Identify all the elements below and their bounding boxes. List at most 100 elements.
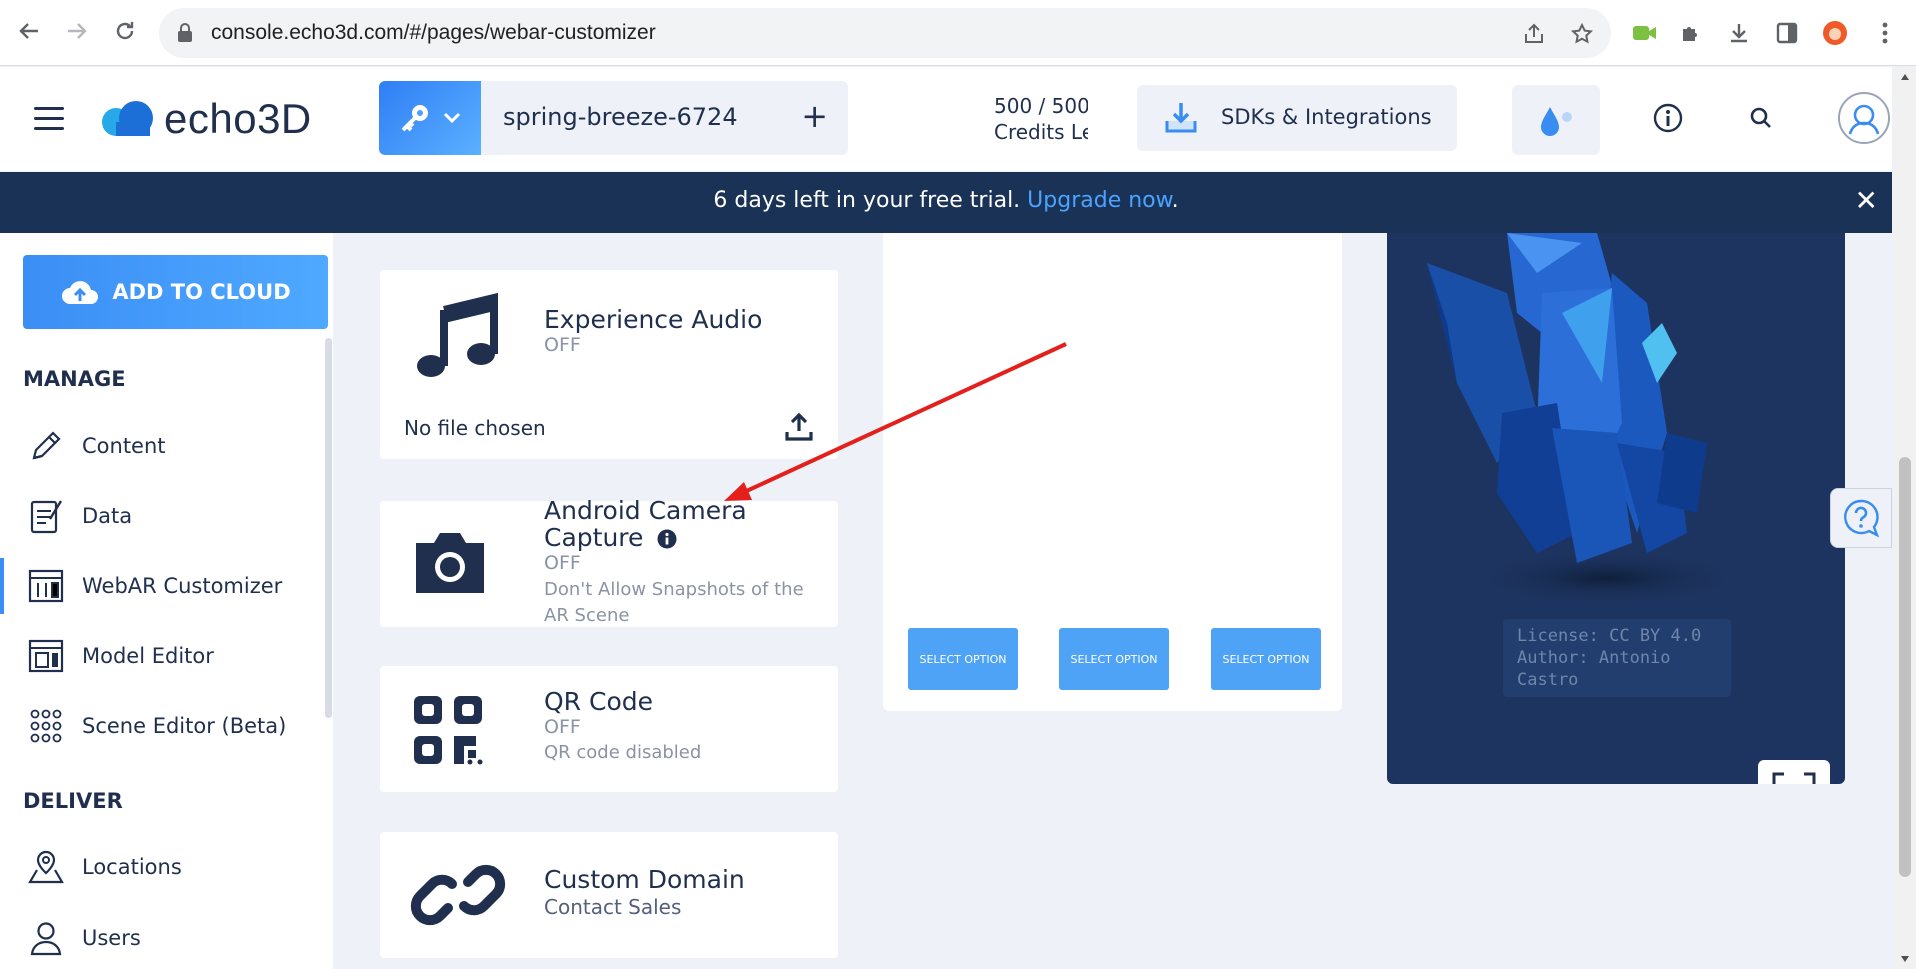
profile-avatar-icon[interactable] [1820,18,1850,48]
close-banner-icon[interactable]: ✕ [1855,184,1878,217]
select-option-button[interactable]: SELECT OPTION [908,628,1018,690]
android-camera-capture-card: Android Camera Capture OFF Don't Allow S… [380,497,838,627]
back-icon[interactable] [12,14,46,48]
question-bubble-icon [1844,499,1880,538]
license-info: License: CC BY 4.0 Author: Antonio Castr… [1503,619,1731,697]
hamburger-menu-icon[interactable] [34,107,64,131]
deliver-section-title: DELIVER [23,789,123,813]
download-icon[interactable] [1724,18,1754,48]
project-selector[interactable]: spring-breeze-6724 + [481,81,848,155]
sidebar-item-model-editor[interactable]: Model Editor [0,628,320,684]
qr-code-card: QR Code OFF QR code disabled [380,666,838,792]
fullscreen-button[interactable] [1758,760,1830,784]
key-icon [401,105,428,132]
map-pin-icon [26,847,66,887]
camera-title-line2: Capture [544,524,747,551]
audio-title: Experience Audio [544,305,763,334]
upgrade-now-link[interactable]: Upgrade now [1027,188,1171,213]
add-to-cloud-label: ADD TO CLOUD [112,280,291,304]
sdks-integrations-button[interactable]: SDKs & Integrations [1137,85,1457,151]
forward-icon[interactable] [60,14,94,48]
camera-title-line1: Android Camera [544,496,747,525]
info-circle-icon[interactable] [657,529,677,549]
camera-icon [416,533,484,593]
sidebar: ADD TO CLOUD MANAGE Content Data WebAR C… [0,233,333,969]
link-chain-icon [410,864,506,926]
reload-icon[interactable] [108,14,142,48]
help-chat-button[interactable] [1830,488,1892,548]
clipboard-icon [26,496,66,536]
add-project-button[interactable]: + [801,97,828,135]
drops-button[interactable] [1512,85,1600,155]
page-scrollbar[interactable] [1894,67,1916,969]
scroll-down-icon[interactable] [1900,955,1910,963]
sidebar-item-content[interactable]: Content [0,418,320,474]
echo3d-logo[interactable]: echo3D [100,95,312,142]
sidebar-item-label: Scene Editor (Beta) [82,714,287,738]
qr-description: QR code disabled [544,742,702,763]
side-panel-icon[interactable] [1772,18,1802,48]
crystal-model-icon [1427,233,1747,606]
sidebar-item-scene-editor[interactable]: Scene Editor (Beta) [0,698,320,754]
trial-text: 6 days left in your free trial. [713,188,1028,213]
user-avatar[interactable] [1838,92,1890,144]
sidebar-item-label: Data [82,504,133,528]
qr-code-icon [414,696,483,765]
browser-menu-icon[interactable] [1870,18,1900,48]
pencil-icon [26,426,66,466]
credits-value: 500 / 500 [994,94,1088,118]
address-bar[interactable]: console.echo3d.com/#/pages/webar-customi… [159,8,1611,58]
water-drop-icon [1541,107,1572,136]
audio-status: OFF [544,334,581,356]
domain-title: Custom Domain [544,865,745,894]
scroll-up-icon[interactable] [1900,73,1910,81]
sidebar-item-users[interactable]: Users [0,910,320,966]
add-to-cloud-button[interactable]: ADD TO CLOUD [23,255,328,329]
scrollbar-thumb[interactable] [1899,457,1911,877]
info-icon[interactable] [1651,101,1685,135]
qr-title: QR Code [544,687,653,716]
sidebar-item-data[interactable]: Data [0,488,320,544]
share-icon[interactable] [1521,21,1547,47]
author-text: Author: Antonio Castro [1517,648,1671,690]
audio-file-label: No file chosen [404,416,546,440]
url-text: console.echo3d.com/#/pages/webar-customi… [211,21,656,44]
user-icon [26,918,66,958]
manage-section-title: MANAGE [23,367,126,391]
sidebar-item-label: Locations [82,855,182,879]
sidebar-item-label: WebAR Customizer [82,574,283,598]
trial-banner: 6 days left in your free trial. Upgrade … [0,172,1892,233]
browser-toolbar: console.echo3d.com/#/pages/webar-customi… [0,0,1916,66]
theme-options-panel: SELECT OPTION SELECT OPTION SELECT OPTIO… [883,233,1342,711]
credits-counter: 500 / 500 Credits Left [994,93,1088,147]
domain-description: Contact Sales [544,895,682,919]
trial-period: . [1171,188,1179,213]
app-header: echo3D spring-breeze-6724 + 500 / 500 Cr… [0,67,1892,171]
fullscreen-icon [1772,772,1816,784]
lock-icon [178,23,192,42]
camera-title: Android Camera Capture [544,497,747,551]
search-icon[interactable] [1744,101,1778,135]
bookmark-star-icon[interactable] [1569,21,1595,47]
cloud-logo-icon [102,101,153,136]
api-key-dropdown[interactable] [379,81,481,155]
model-preview[interactable]: License: CC BY 4.0 Author: Antonio Castr… [1387,233,1845,784]
grid-dots-icon [26,706,66,746]
sidebar-item-webar-customizer[interactable]: WebAR Customizer [0,558,320,614]
select-option-button[interactable]: SELECT OPTION [1211,628,1321,690]
trial-message: 6 days left in your free trial. Upgrade … [0,188,1892,213]
sidebar-item-label: Users [82,926,141,950]
sidebar-item-label: Content [82,434,166,458]
upload-icon[interactable] [784,412,814,442]
model-editor-icon [26,636,66,676]
license-text: License: CC BY 4.0 [1517,626,1702,646]
sidebar-item-locations[interactable]: Locations [0,839,320,895]
camera-title-line2-text: Capture [544,523,644,552]
credits-label: Credits Left [994,120,1088,144]
user-support-icon [1848,104,1880,135]
select-option-button[interactable]: SELECT OPTION [1059,628,1169,690]
sidebar-scrollbar[interactable] [325,338,332,718]
video-extension-icon[interactable] [1630,18,1660,48]
extensions-puzzle-icon[interactable] [1676,18,1706,48]
project-name: spring-breeze-6724 [503,103,738,131]
